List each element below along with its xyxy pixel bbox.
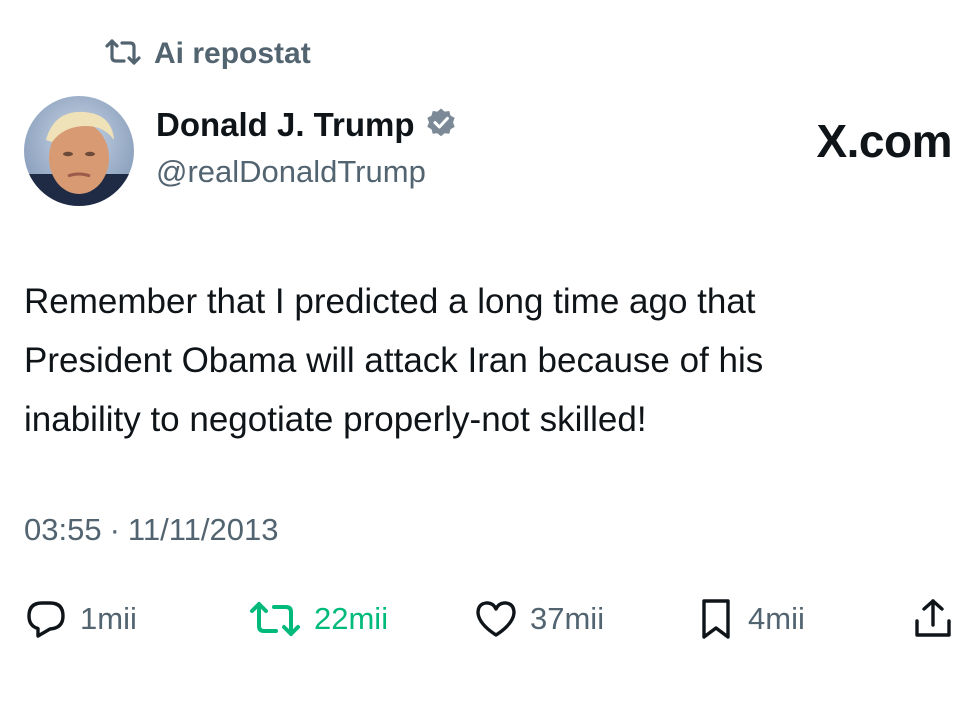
author-name[interactable]: Donald J. Trump xyxy=(156,106,415,144)
like-button[interactable]: 37mii xyxy=(474,592,604,646)
reply-icon xyxy=(24,597,68,641)
tweet-date: 11/11/2013 xyxy=(127,512,279,547)
tweet-line: inability to negotiate properly-not skil… xyxy=(24,400,647,439)
verified-badge-icon xyxy=(425,107,457,144)
bookmark-button[interactable]: 4mii xyxy=(696,592,805,646)
tweet-timestamp[interactable]: 03:55 · 11/11/2013 xyxy=(24,512,278,548)
author-name-row: Donald J. Trump xyxy=(156,106,457,144)
heart-icon xyxy=(474,599,518,639)
reply-button[interactable]: 1mii xyxy=(24,592,137,646)
bookmark-icon xyxy=(696,597,736,641)
timestamp-separator: · xyxy=(109,512,120,547)
retweet-count: 22mii xyxy=(314,601,389,636)
avatar[interactable] xyxy=(24,96,134,206)
repost-header: Ai repostat xyxy=(104,36,311,72)
author-handle[interactable]: @realDonaldTrump xyxy=(156,154,426,190)
tweet-line: President Obama will attack Iran because… xyxy=(24,341,764,380)
tweet-time: 03:55 xyxy=(24,512,102,547)
reply-count: 1mii xyxy=(80,601,137,636)
repost-label: Ai repostat xyxy=(154,37,311,70)
like-count: 37mii xyxy=(530,601,605,636)
action-bar: 1mii 22mii 37mii 4mii xyxy=(24,592,954,646)
retweet-icon xyxy=(248,599,302,639)
share-button[interactable] xyxy=(912,592,954,646)
bookmark-count: 4mii xyxy=(748,601,805,636)
brand-label: X.com xyxy=(816,115,952,167)
share-icon xyxy=(912,597,954,641)
repost-icon xyxy=(104,37,142,72)
tweet-line: Remember that I predicted a long time ag… xyxy=(24,282,756,321)
retweet-button[interactable]: 22mii xyxy=(248,592,388,646)
tweet-text: Remember that I predicted a long time ag… xyxy=(24,272,954,449)
